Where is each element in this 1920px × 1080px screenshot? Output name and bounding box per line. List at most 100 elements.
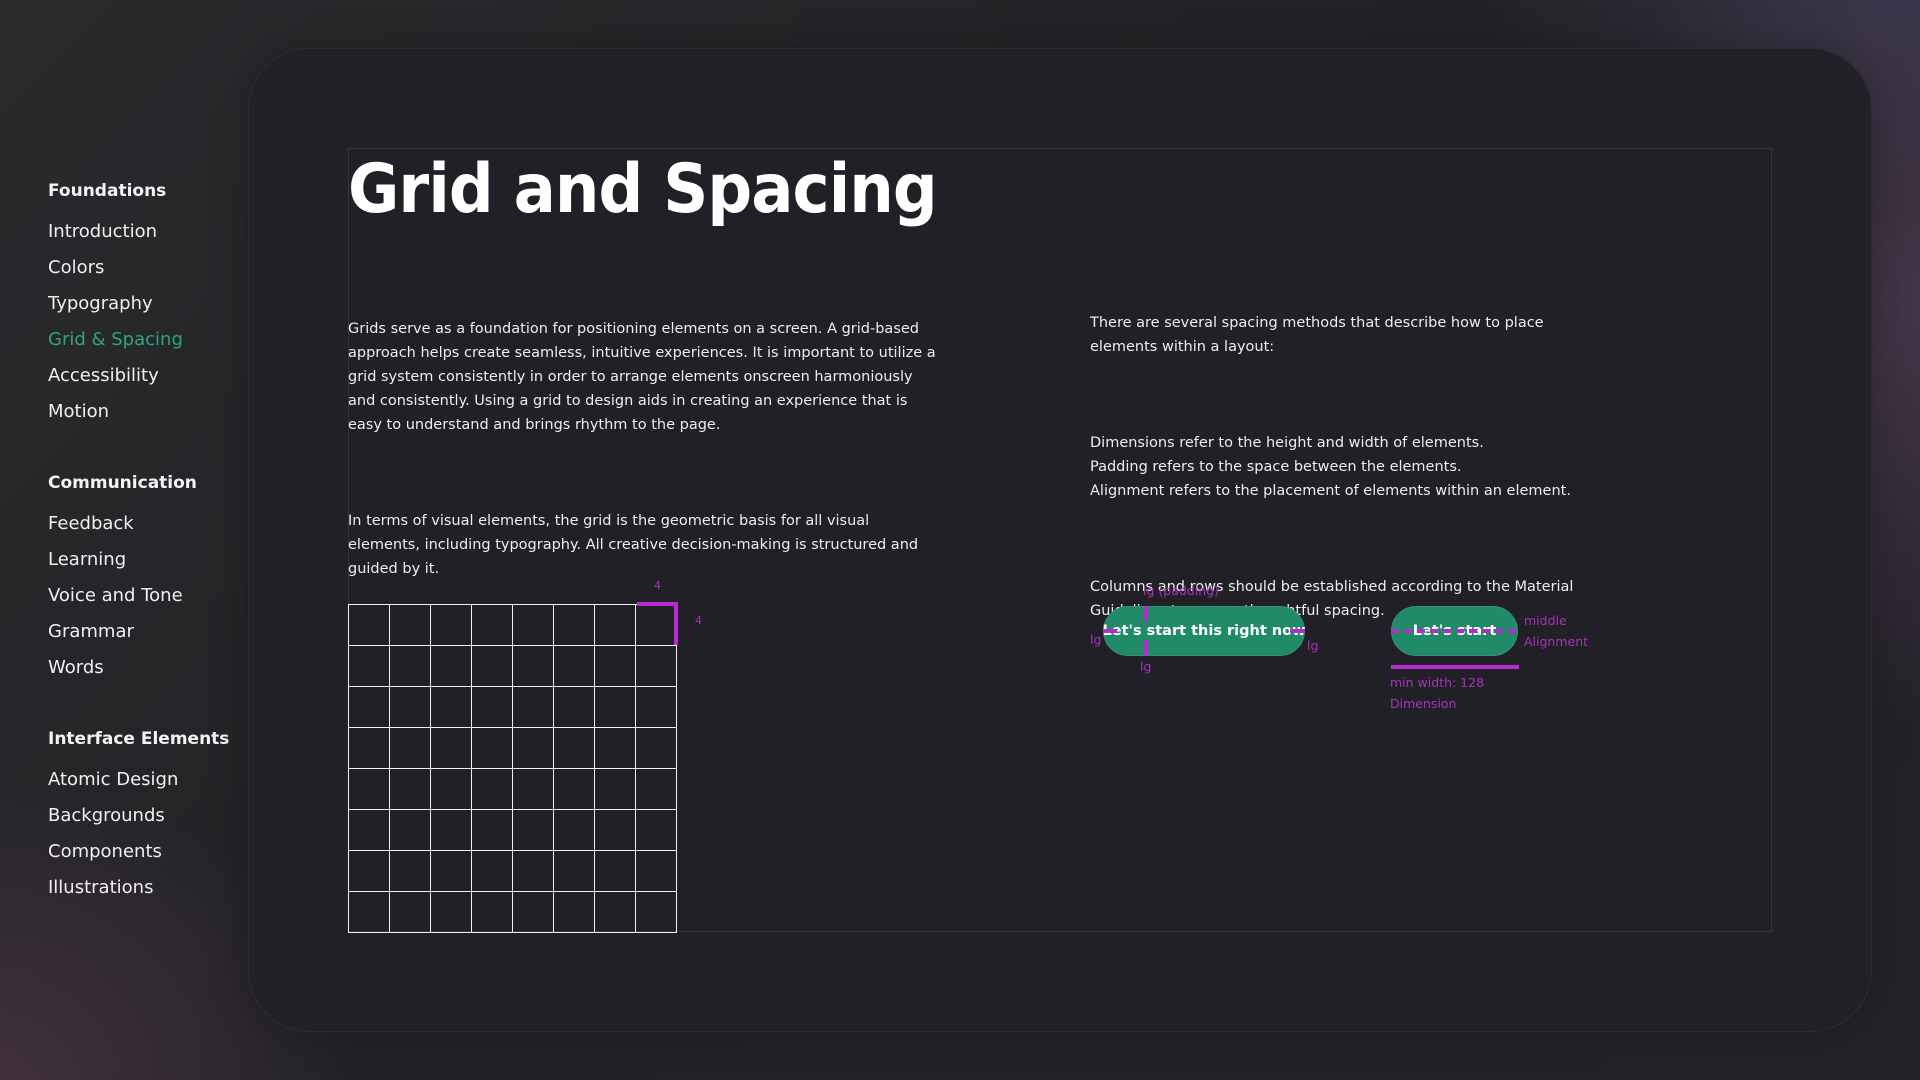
nav-item-grammar[interactable]: Grammar (48, 621, 134, 642)
dimension-label: Dimension (1390, 696, 1457, 711)
nav-item-introduction[interactable]: Introduction (48, 221, 157, 242)
grid-cell (513, 769, 554, 810)
grid-cell (513, 892, 554, 933)
grid-cell (349, 769, 390, 810)
spacing-paragraph-1: There are several spacing methods that d… (1090, 315, 1544, 355)
grid-cell (390, 810, 431, 851)
grid-cell (349, 646, 390, 687)
nav-group-foundations: Foundations (48, 181, 167, 201)
padding-marker-bottom (1144, 640, 1148, 656)
nav-item-typography[interactable]: Typography (48, 293, 153, 314)
grid-unit-label-top: 4 (654, 579, 661, 592)
grid-cell (636, 810, 677, 851)
grid-cell (431, 851, 472, 892)
grid-cell (431, 769, 472, 810)
alignment-label: Alignment (1524, 634, 1589, 649)
button-label: Let's start this right now (1102, 623, 1306, 639)
grid-unit-marker-top (637, 602, 678, 606)
grid-cell (513, 605, 554, 646)
grid-cell (390, 851, 431, 892)
nav-item-words[interactable]: Words (48, 657, 104, 678)
nav-item-accessibility[interactable]: Accessibility (48, 365, 159, 386)
grid-cell (349, 605, 390, 646)
grid-cell (513, 851, 554, 892)
grid-cell (636, 646, 677, 687)
grid-cell (431, 892, 472, 933)
nav-item-learning[interactable]: Learning (48, 549, 126, 570)
intro-paragraph-2: In terms of visual elements, the grid is… (348, 513, 919, 577)
grid-cell (554, 892, 595, 933)
nav-item-atomic-design[interactable]: Atomic Design (48, 769, 178, 790)
grid-cell (554, 851, 595, 892)
padding-label-left: lg (1090, 632, 1102, 647)
nav-item-grid-spacing[interactable]: Grid & Spacing (48, 329, 183, 350)
grid-cell (595, 646, 636, 687)
grid-cell (472, 728, 513, 769)
grid-cell (554, 810, 595, 851)
padding-marker-left (1103, 629, 1117, 633)
grid-cell (554, 728, 595, 769)
nav-item-illustrations[interactable]: Illustrations (48, 877, 153, 898)
padding-marker-right (1290, 629, 1305, 633)
grid-cell (554, 687, 595, 728)
grid-cell (472, 851, 513, 892)
grid-cell (349, 728, 390, 769)
grid-cell (431, 728, 472, 769)
grid-cell (390, 605, 431, 646)
grid-cell (431, 810, 472, 851)
nav-item-components[interactable]: Components (48, 841, 162, 862)
intro-text: Grids serve as a foundation for position… (348, 293, 938, 605)
grid-cell (554, 646, 595, 687)
page-title: Grid and Spacing (348, 150, 938, 229)
grid-unit-marker-side (674, 602, 678, 645)
grid-cell (472, 687, 513, 728)
grid-cell (595, 728, 636, 769)
grid-cell (513, 728, 554, 769)
grid-illustration (348, 604, 677, 933)
grid-cell (431, 605, 472, 646)
grid-cell (595, 892, 636, 933)
grid-cell (472, 605, 513, 646)
grid-cell (390, 892, 431, 933)
grid-cell (513, 687, 554, 728)
grid-cell (472, 769, 513, 810)
grid-cell (390, 769, 431, 810)
grid-cell (431, 646, 472, 687)
nav-item-backgrounds[interactable]: Backgrounds (48, 805, 165, 826)
padding-label-top: lg (padding) (1143, 583, 1219, 598)
nav-item-feedback[interactable]: Feedback (48, 513, 134, 534)
grid-cell (349, 810, 390, 851)
grid-cell (472, 810, 513, 851)
grid-cell (513, 810, 554, 851)
grid-cell (595, 810, 636, 851)
grid-cell (636, 728, 677, 769)
grid-cell (636, 769, 677, 810)
padding-label-bottom: lg (1140, 659, 1152, 674)
grid-cell (472, 892, 513, 933)
grid-cell (431, 687, 472, 728)
nav-group-communication: Communication (48, 473, 197, 493)
dimension-width-line (1391, 665, 1519, 669)
grid-cell (554, 605, 595, 646)
dimension-value: min width: 128 (1390, 675, 1485, 690)
nav-item-voice-and-tone[interactable]: Voice and Tone (48, 585, 183, 606)
grid-cell (349, 851, 390, 892)
grid-unit-label-side: 4 (695, 614, 702, 627)
grid-cell (513, 646, 554, 687)
grid-cell (390, 728, 431, 769)
lets-start-this-right-now-button[interactable]: Let's start this right now (1102, 606, 1306, 656)
intro-paragraph-1: Grids serve as a foundation for position… (348, 321, 936, 433)
nav-item-motion[interactable]: Motion (48, 401, 109, 422)
grid-cell (472, 646, 513, 687)
nav-item-colors[interactable]: Colors (48, 257, 104, 278)
grid-cell (636, 687, 677, 728)
grid-cell (554, 769, 595, 810)
grid-cell (595, 851, 636, 892)
grid-cell (349, 892, 390, 933)
alignment-middle-line (1391, 629, 1519, 633)
grid-cell (636, 605, 677, 646)
alignment-value: middle (1524, 613, 1567, 628)
grid-cell (390, 687, 431, 728)
padding-label-right: lg (1307, 638, 1319, 653)
padding-marker-top (1144, 606, 1148, 621)
